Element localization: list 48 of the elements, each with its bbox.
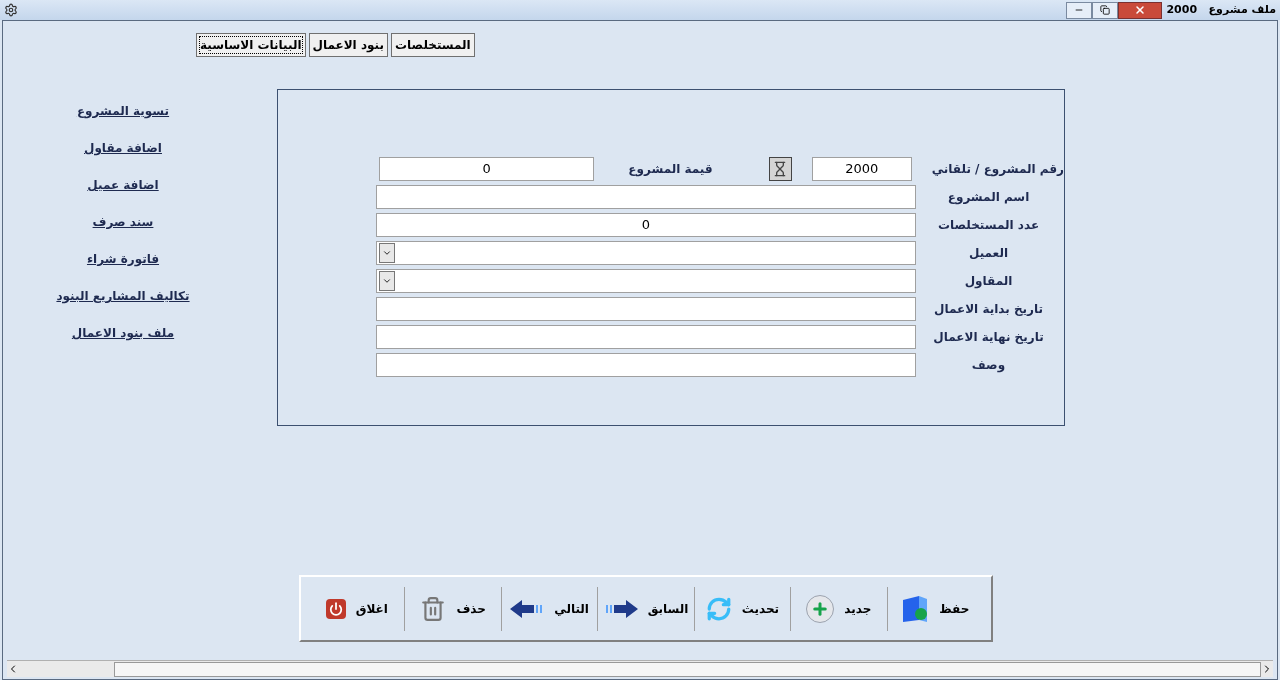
arrow-left-icon	[510, 599, 545, 618]
field-label: العميل	[967, 245, 1009, 262]
app-icon	[4, 3, 18, 17]
field-label: اسم المشروع	[946, 189, 1031, 206]
dropdown-field[interactable]	[376, 241, 916, 265]
sidebar-link[interactable]: تكاليف المشاريع البنود	[56, 286, 190, 307]
field-label: عدد المستخلصات	[936, 217, 1041, 234]
field-label: وصف	[970, 357, 1007, 374]
toolbar-button[interactable]: تحديث	[694, 583, 791, 634]
sidebar-link[interactable]: ملف بنود الاعمال	[71, 323, 175, 344]
sidebar-link[interactable]: فاتورة شراء	[86, 249, 160, 270]
toolbar-button[interactable]: التالي	[501, 583, 598, 634]
project-number-field[interactable]: 2000	[811, 157, 912, 181]
field-label: المقاول	[963, 273, 1014, 290]
toolbar-button[interactable]: جديد	[791, 583, 887, 634]
toolbar-button[interactable]: حفظ	[887, 583, 983, 634]
caret-icon	[382, 276, 392, 286]
field-label: تاريخ بداية الاعمال	[933, 301, 1044, 318]
field-label: تاريخ نهاية الاعمال	[932, 329, 1045, 346]
toolbar-button[interactable]: حذف	[405, 583, 501, 634]
trash-icon	[420, 595, 447, 622]
tab[interactable]: المستخلصات	[391, 33, 475, 57]
input-field[interactable]	[376, 185, 916, 209]
refresh-icon	[705, 595, 732, 622]
field-label: قيمة المشروع	[628, 161, 713, 178]
folder-icon	[901, 593, 930, 624]
sidebar-link[interactable]: تسوية المشروع	[76, 101, 170, 122]
caret-icon	[382, 248, 392, 258]
restore-icon	[1100, 5, 1111, 15]
input-field[interactable]	[376, 325, 916, 349]
input-field[interactable]	[376, 297, 916, 321]
close-button[interactable]	[1118, 1, 1163, 19]
tab[interactable]: بنود الاعمال	[308, 33, 388, 57]
sidebar-link[interactable]: اضافة عميل	[87, 175, 159, 196]
sidebar-link[interactable]: سند صرف	[92, 212, 154, 233]
toolbar-button[interactable]: السابق	[598, 583, 694, 634]
toolbar-button[interactable]: اغلاق	[309, 583, 405, 634]
project-value-field[interactable]: 0	[379, 157, 595, 181]
plus-sign-icon	[811, 599, 830, 618]
field-label: رقم المشروع / تلقاني	[931, 161, 1064, 178]
tab[interactable]: البيانات الاساسية	[196, 33, 306, 57]
arrow-right-icon	[603, 599, 638, 618]
close-icon	[1134, 4, 1147, 16]
input-field[interactable]	[376, 353, 916, 377]
dropdown-field[interactable]	[376, 269, 916, 293]
input-field[interactable]: 0	[376, 213, 916, 237]
sidebar-link[interactable]: اضافة مقاول	[84, 138, 162, 159]
restore-button[interactable]	[1092, 1, 1119, 19]
